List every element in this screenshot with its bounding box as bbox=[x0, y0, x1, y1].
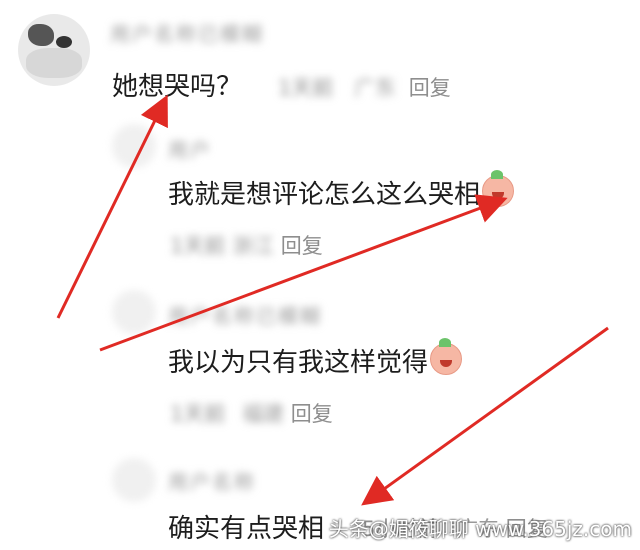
annotation-arrows bbox=[56, 94, 609, 506]
annotation-arrow bbox=[361, 326, 609, 506]
annotation-arrow bbox=[99, 194, 508, 352]
watermark: 头条@媚筱聊聊 www.365jz.com bbox=[328, 517, 632, 541]
annotation-arrow bbox=[56, 94, 168, 319]
